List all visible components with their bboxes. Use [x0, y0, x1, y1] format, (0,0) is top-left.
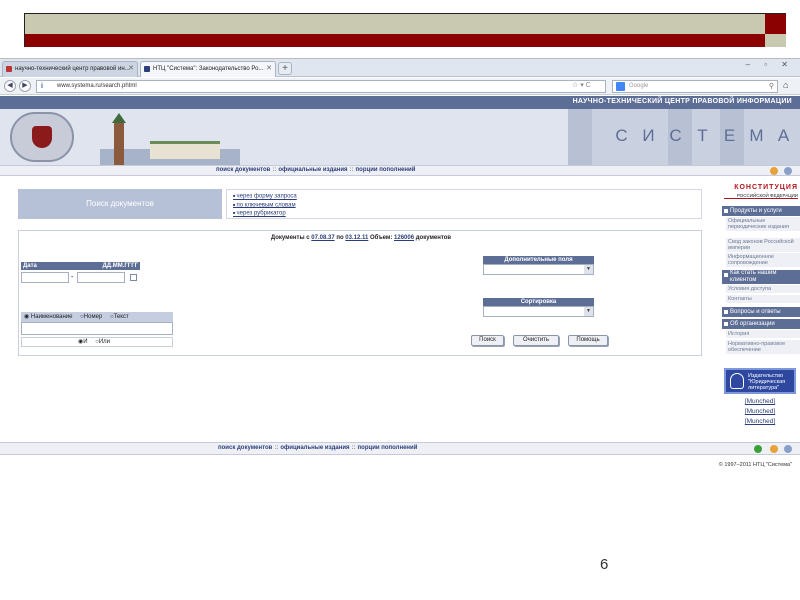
sidebar-item[interactable]: Информационное сопровождение: [726, 253, 800, 268]
publisher-logo-icon: [730, 373, 744, 389]
go-icon[interactable]: [754, 445, 762, 453]
menu-official-editions[interactable]: официальные издания: [280, 445, 349, 451]
tab-label: НТЦ "Система": Законодательство Ро...: [153, 66, 264, 72]
sort-label: Сортировка: [483, 298, 594, 306]
help-button[interactable]: Помощь: [568, 335, 608, 346]
menu-search-docs[interactable]: поиск документов: [218, 445, 272, 451]
link-keywords[interactable]: по ключевым словам: [233, 201, 695, 210]
slide-page-number: 6: [600, 556, 609, 573]
date-checkbox[interactable]: [130, 274, 137, 281]
sidebar-item[interactable]: Нормативно-правовое обеспечение: [726, 340, 800, 355]
tab-bar: научно-технический центр правовой ин... …: [0, 59, 800, 77]
site-banner: СИСТЕМА: [0, 109, 800, 165]
top-menu: поиск документов:: официальные издания:: п…: [0, 165, 800, 176]
sidebar-clients-header[interactable]: Как стать нашим клиентом: [722, 270, 800, 284]
search-form: Документы с 07.08.37 по 03.12.11 Объем: …: [18, 230, 702, 356]
window-controls[interactable]: – ▫ ✕: [746, 60, 794, 69]
mail-icon[interactable]: [784, 445, 792, 453]
radio-name[interactable]: ◉ Наименование: [24, 314, 76, 320]
home-icon[interactable]: ⌂: [783, 80, 788, 90]
browser-window: научно-технический центр правовой ин... …: [0, 58, 800, 561]
close-tab-icon[interactable]: ✕: [128, 62, 134, 76]
home-icon[interactable]: [770, 167, 778, 175]
home-icon[interactable]: [770, 445, 778, 453]
google-icon: [616, 82, 625, 91]
menu-updates[interactable]: порции пополнений: [356, 167, 416, 173]
search-button[interactable]: Поиск: [471, 335, 504, 346]
close-tab-icon[interactable]: ✕: [266, 62, 272, 76]
copyright: © 1997–2011 НТЦ "Система": [718, 462, 792, 468]
search-placeholder: Google: [629, 83, 649, 89]
publisher-banner[interactable]: Издательство "Юридическая литература": [724, 368, 796, 394]
site-title: НАУЧНО-ТЕХНИЧЕСКИЙ ЦЕНТР ПРАВОВОЙ ИНФОРМ…: [572, 98, 792, 105]
search-methods: через форму запроса по ключевым словам ч…: [226, 189, 702, 219]
url-text: www.systema.ru/search.phtml: [57, 83, 137, 89]
kremlin-image: [100, 113, 240, 165]
radio-text[interactable]: ○Текст: [110, 314, 132, 320]
mail-icon[interactable]: [784, 167, 792, 175]
site-info-icon[interactable]: i: [41, 81, 43, 92]
bookmark-star-icon[interactable]: ☆ ▾ C: [572, 81, 591, 89]
search-input[interactable]: Google ⚲: [612, 80, 778, 93]
date-label: Дата ДД.ММ.ГГГГ: [21, 262, 140, 270]
radio-and[interactable]: ◉И: [78, 339, 91, 345]
sidebar-item[interactable]: Свод законов Российской империи: [726, 238, 800, 253]
favicon-icon: [144, 66, 150, 72]
radio-or[interactable]: ○Или: [95, 339, 113, 345]
brand-letters: СИСТЕМА: [615, 126, 790, 145]
sidebar-item[interactable]: Условия доступа: [726, 285, 800, 294]
sidebar-item[interactable]: История: [726, 330, 800, 339]
tab-sistema[interactable]: НТЦ "Система": Законодательство Ро... ✕: [140, 61, 276, 77]
site-top-strip: НАУЧНО-ТЕХНИЧЕСКИЙ ЦЕНТР ПРАВОВОЙ ИНФОРМ…: [0, 96, 800, 109]
decorative-title-bar: [24, 13, 786, 47]
tab-pravo[interactable]: научно-технический центр правовой ин... …: [2, 61, 138, 77]
sort-select[interactable]: ▼: [483, 306, 594, 317]
chevron-down-icon: ▼: [584, 307, 593, 316]
query-text-input[interactable]: [21, 322, 173, 335]
address-bar[interactable]: i www.systema.ru/search.phtml: [36, 80, 606, 93]
menu-official-editions[interactable]: официальные издания: [278, 167, 347, 173]
sidebar-products-header[interactable]: Продукты и услуги: [722, 206, 800, 216]
coat-of-arms-icon: [10, 112, 74, 162]
menu-updates[interactable]: порции пополнений: [358, 445, 418, 451]
extra-fields-label: Дополнительные поля: [483, 256, 594, 264]
forward-arrow-icon[interactable]: ▶: [19, 80, 31, 92]
search-icon[interactable]: ⚲: [769, 81, 774, 92]
munched-link[interactable]: [Munched]: [740, 418, 780, 426]
link-query-form[interactable]: через форму запроса: [233, 192, 695, 201]
favicon-icon: [6, 66, 12, 72]
logic-radios: ◉И ○Или: [21, 337, 173, 347]
clear-button[interactable]: Очистить: [513, 335, 559, 346]
sidebar-org-header[interactable]: Об организации: [722, 319, 800, 329]
menu-search-docs[interactable]: поиск документов: [216, 167, 270, 173]
constitution-subtitle: РОССИЙСКОЙ ФЕДЕРАЦИИ: [724, 193, 798, 199]
sidebar-item[interactable]: Официальные периодические издания: [726, 217, 800, 232]
bottom-menu: поиск документов:: официальные издания:: п…: [0, 442, 800, 455]
web-page: НАУЧНО-ТЕХНИЧЕСКИЙ ЦЕНТР ПРАВОВОЙ ИНФОРМ…: [0, 96, 800, 561]
navigation-bar: ◀ ▶ i www.systema.ru/search.phtml ☆ ▾ C …: [0, 78, 800, 95]
constitution-link[interactable]: КОНСТИТУЦИЯ: [724, 184, 798, 191]
chevron-down-icon: ▼: [584, 265, 593, 274]
sidebar-qa-header[interactable]: Вопросы и ответы: [722, 307, 800, 317]
documents-summary: Документы с 07.08.37 по 03.12.11 Объем: …: [270, 235, 452, 241]
tab-label: научно-технический центр правовой ин...: [15, 66, 130, 72]
date-to-input[interactable]: [77, 272, 125, 283]
date-from-input[interactable]: [21, 272, 69, 283]
search-panel-header: Поиск документов: [18, 189, 222, 219]
munched-link[interactable]: [Munched]: [740, 408, 780, 416]
link-rubricator[interactable]: через рубрикатор: [233, 209, 695, 218]
back-arrow-icon[interactable]: ◀: [4, 80, 16, 92]
sistema-brand: СИСТЕМА: [568, 109, 800, 165]
munched-link[interactable]: [Munched]: [740, 398, 780, 406]
radio-number[interactable]: ○Номер: [80, 314, 105, 320]
sidebar-item[interactable]: Контакты: [726, 295, 800, 304]
search-field-radios: ◉ Наименование ○Номер ○Текст: [21, 312, 173, 322]
presentation-slide: научно-технический центр правовой ин... …: [0, 0, 800, 600]
extra-fields-select[interactable]: ▼: [483, 264, 594, 275]
new-tab-button[interactable]: +: [278, 62, 292, 75]
